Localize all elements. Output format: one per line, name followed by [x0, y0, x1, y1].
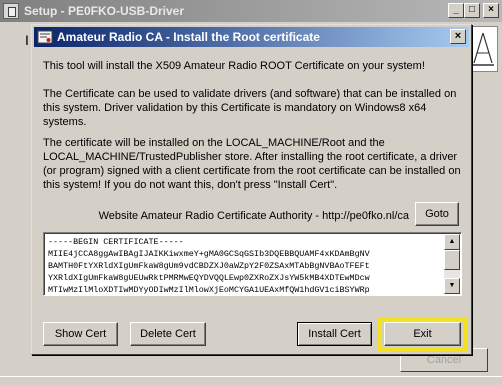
- outer-title-bar[interactable]: Setup - PE0FKO-USB-Driver _ □ ×: [0, 0, 502, 22]
- intro-text: This tool will install the X509 Amateur …: [43, 60, 425, 72]
- scroll-down-arrow-icon[interactable]: ▼: [444, 278, 460, 294]
- scroll-thumb[interactable]: [444, 250, 460, 270]
- outer-body-text: I: [25, 32, 29, 48]
- show-cert-button[interactable]: Show Cert: [43, 322, 118, 346]
- certificate-textbox[interactable]: -----BEGIN CERTIFICATE----- MIIE4jCCA8gg…: [43, 232, 462, 296]
- certificate-icon: [37, 29, 53, 45]
- goto-button[interactable]: Goto: [415, 202, 459, 226]
- scroll-up-arrow-icon[interactable]: ▲: [444, 234, 460, 250]
- install-cert-button[interactable]: Install Cert: [297, 322, 372, 346]
- certificate-text: -----BEGIN CERTIFICATE----- MIIE4jCCA8gg…: [48, 237, 370, 295]
- dialog-title-bar[interactable]: Amateur Radio CA - Install the Root cert…: [34, 27, 469, 47]
- setup-icon: [3, 3, 19, 19]
- minimize-button[interactable]: _: [448, 3, 464, 18]
- dialog-close-button[interactable]: ×: [450, 29, 466, 44]
- outer-frame-bottom: [0, 376, 502, 385]
- store-info-text: The certificate will be installed on the…: [43, 137, 461, 191]
- dialog-title: Amateur Radio CA - Install the Root cert…: [57, 30, 320, 44]
- delete-cert-button[interactable]: Delete Cert: [130, 322, 206, 346]
- outer-window-title: Setup - PE0FKO-USB-Driver: [24, 4, 185, 18]
- validation-text: The Certificate can be used to validate …: [43, 88, 457, 128]
- install-root-certificate-dialog: Amateur Radio CA - Install the Root cert…: [31, 24, 472, 355]
- authority-website-label: Website Amateur Radio Certificate Author…: [98, 210, 409, 222]
- wizard-logo-image: [468, 26, 498, 72]
- outer-close-button[interactable]: ×: [483, 3, 499, 18]
- maximize-button[interactable]: □: [464, 3, 480, 18]
- exit-button[interactable]: Exit: [384, 322, 461, 346]
- certificate-scrollbar[interactable]: ▲ ▼: [444, 234, 460, 294]
